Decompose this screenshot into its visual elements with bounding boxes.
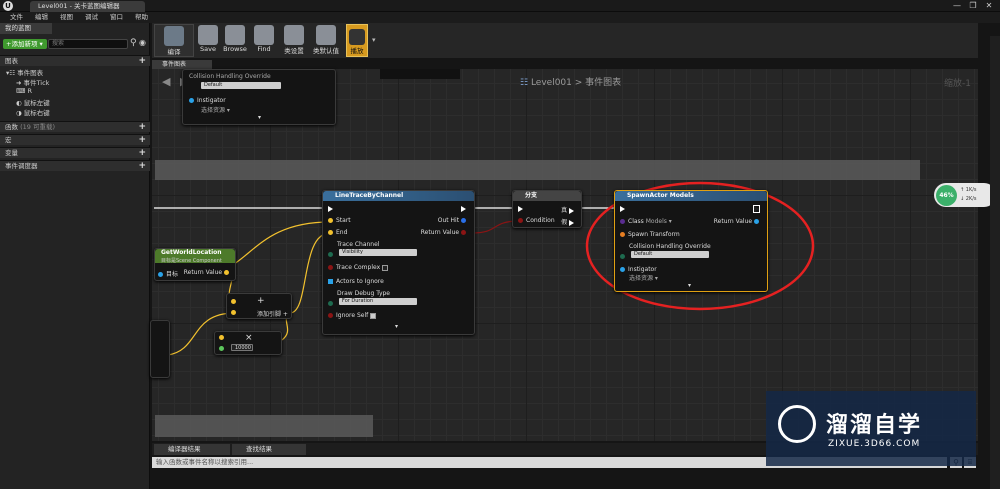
tab-find-results[interactable]: 查找结果	[232, 444, 306, 455]
branch-exec-in[interactable]	[518, 205, 526, 212]
spawn-exec-in[interactable]	[620, 205, 628, 212]
spawn-instigator-pin[interactable]: Instigator	[620, 266, 657, 273]
spawn-transform-pin[interactable]: Spawn Transform	[620, 231, 680, 238]
node-branch[interactable]: 分支 真 Condition 假	[512, 190, 582, 228]
top-instigator-label: Instigator	[197, 97, 226, 104]
spawn-expand-icon[interactable]: ▾	[688, 282, 691, 289]
spawn-node-top-partial[interactable]: Collision Handling Override Default Inst…	[182, 69, 336, 125]
node-spawn-actor[interactable]: SpawnActor Models Class Models ▾ Return …	[614, 190, 768, 292]
location-return-pin[interactable]: Return Value	[184, 269, 232, 276]
trace-return-label: Return Value	[420, 229, 460, 236]
ignore-self-label: Ignore Self	[336, 312, 369, 319]
right-scrollbar[interactable]	[990, 36, 1000, 489]
draw-debug-dropdown[interactable]: For Duration	[339, 298, 417, 305]
spawn-transform-label: Spawn Transform	[628, 231, 680, 238]
add-input-a[interactable]	[231, 298, 239, 305]
trace-complex-label: Trace Complex	[336, 264, 381, 271]
ignore-self-checkbox[interactable]	[370, 312, 377, 319]
actors-to-ignore-pin[interactable]: Actors to Ignore	[328, 278, 384, 285]
start-label: Start	[336, 217, 351, 224]
trace-channel-label: Trace Channel	[337, 241, 380, 248]
spawn-return-pin[interactable]: Return Value	[714, 218, 762, 225]
class-pin[interactable]: Class Models ▾	[620, 218, 672, 225]
multiply-value-field[interactable]: 10000	[231, 344, 253, 351]
spawn-collision-dropdown[interactable]: Default	[631, 251, 709, 258]
watermark-logo-icon	[778, 405, 816, 443]
watermark: 溜溜自学 ZIXUE.3D66.COM	[766, 391, 976, 466]
out-hit-pin[interactable]: Out Hit	[438, 217, 469, 224]
add-input-b[interactable]	[231, 309, 239, 316]
out-hit-label: Out Hit	[437, 217, 460, 224]
watermark-title: 溜溜自学	[826, 413, 923, 438]
actors-to-ignore-label: Actors to Ignore	[336, 278, 384, 285]
draw-debug-label: Draw Debug Type	[337, 290, 390, 297]
spawn-collision-label: Collision Handling Override	[629, 243, 711, 250]
condition-pin[interactable]: Condition	[518, 217, 555, 224]
branch-true-label: 真	[561, 207, 568, 214]
node-line-trace-by-channel[interactable]: LineTraceByChannel Start Out Hit End Ret…	[322, 190, 475, 335]
get-world-location-subtitle: 目标是Scene Component	[161, 258, 222, 264]
trace-complex-checkbox[interactable]	[382, 264, 389, 271]
class-dropdown[interactable]: Models ▾	[646, 218, 672, 225]
draw-debug-pin[interactable]	[328, 300, 336, 307]
upload-speed: ↑ 1K/s	[960, 187, 977, 193]
get-world-location-title: GetWorldLocation	[161, 249, 222, 256]
download-speed-value: 2K/s	[965, 196, 977, 202]
trace-channel-dropdown[interactable]: Visibility	[339, 249, 417, 256]
add-pin-button[interactable]: 添加引脚 +	[257, 309, 288, 318]
top-instigator-value[interactable]: 选择资源 ▾	[201, 105, 230, 114]
end-pin[interactable]: End	[328, 229, 347, 236]
target-label: 目标	[166, 271, 179, 278]
branch-title: 分支	[513, 191, 581, 201]
spawn-exec-out[interactable]	[753, 204, 762, 213]
download-speed: ↓ 2K/s	[960, 196, 977, 202]
line-trace-expand-icon[interactable]: ▾	[395, 323, 398, 330]
target-pin[interactable]: 目标	[158, 269, 178, 278]
multiply-symbol: ×	[245, 333, 253, 343]
spawn-instigator-value[interactable]: 选择资源 ▾	[629, 273, 658, 282]
line-trace-exec-out[interactable]	[461, 205, 469, 212]
trace-return-pin[interactable]: Return Value	[421, 229, 469, 236]
start-pin[interactable]: Start	[328, 217, 351, 224]
ignore-self-pin[interactable]: Ignore Self	[328, 312, 377, 319]
location-return-label: Return Value	[183, 269, 223, 276]
top-collision-label: Collision Handling Override	[189, 73, 271, 80]
upload-speed-value: 1K/s	[965, 187, 977, 193]
class-label: Class	[628, 218, 644, 225]
top-expand-arrow-icon[interactable]: ▾	[258, 114, 261, 121]
spawn-actor-title: SpawnActor Models	[615, 191, 767, 201]
node-add[interactable]: + 添加引脚 +	[226, 293, 292, 319]
trace-complex-pin[interactable]: Trace Complex	[328, 264, 389, 271]
line-trace-exec-in[interactable]	[328, 205, 336, 212]
spawn-return-label: Return Value	[713, 218, 753, 225]
multiply-input-a[interactable]	[219, 334, 227, 341]
node-multiply[interactable]: × 10000	[214, 331, 282, 355]
multiply-input-b[interactable]	[219, 345, 227, 352]
watermark-url: ZIXUE.3D66.COM	[828, 439, 921, 449]
spawn-instigator-label: Instigator	[628, 266, 657, 273]
line-trace-title: LineTraceByChannel	[323, 191, 474, 201]
node-get-world-location[interactable]: GetWorldLocation 目标是Scene Component 目标 R…	[154, 248, 236, 281]
branch-false-label: 假	[561, 219, 568, 226]
branch-true-pin[interactable]: 真	[561, 205, 577, 214]
add-symbol: +	[257, 296, 265, 306]
node-left-partial[interactable]	[150, 320, 170, 378]
cpu-percent: 46%	[936, 185, 957, 206]
trace-channel-pin[interactable]	[328, 251, 336, 258]
top-instigator-pin[interactable]: Instigator	[189, 97, 226, 104]
top-collision-dropdown[interactable]: Default	[201, 82, 281, 89]
branch-false-pin[interactable]: 假	[561, 217, 577, 226]
tab-compiler-results[interactable]: 编译器结果	[154, 444, 230, 455]
condition-label: Condition	[526, 217, 555, 224]
spawn-collision-pin[interactable]	[620, 253, 628, 260]
get-world-location-header: GetWorldLocation 目标是Scene Component	[155, 249, 235, 264]
end-label: End	[336, 229, 348, 236]
